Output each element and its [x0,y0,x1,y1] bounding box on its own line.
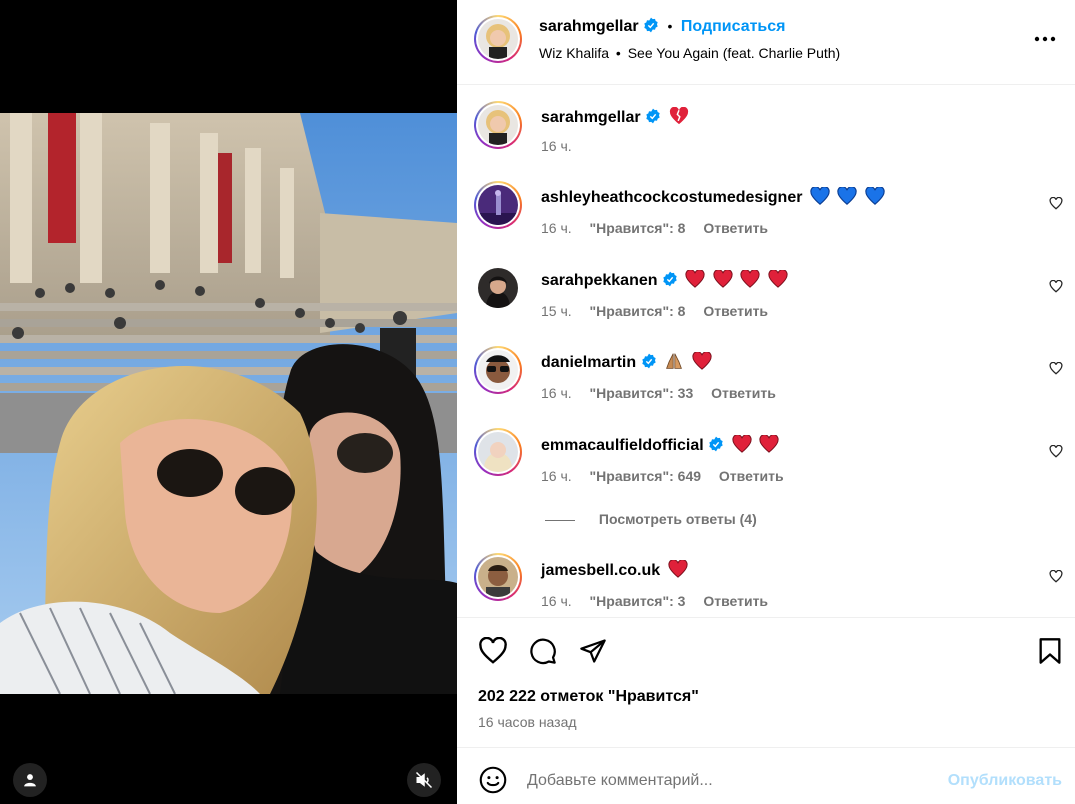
broken-heart-icon [669,107,688,125]
comment-username[interactable]: danielmartin [541,354,636,371]
caption-time: 16 ч. [541,138,572,154]
blue-heart-icon [837,187,857,205]
comment-avatar[interactable] [474,346,522,394]
comment-likes[interactable]: "Нравится": 33 [590,385,694,401]
comment-input[interactable] [527,768,927,794]
red-heart-icon [759,435,779,453]
likes-count[interactable]: 202 222 отметок "Нравится" [478,688,699,706]
audio-artist: Wiz Khalifa [539,45,610,61]
red-heart-icon [685,270,705,288]
like-comment-heart-icon[interactable] [1049,197,1063,210]
like-comment-heart-icon[interactable] [1049,362,1063,375]
comment-likes[interactable]: "Нравится": 8 [590,220,686,236]
view-replies-label: Посмотреть ответы (4) [598,511,757,527]
blue-heart-icon [865,187,885,205]
reply-button[interactable]: Ответить [703,593,768,609]
comment-bubble-icon[interactable] [528,637,558,665]
more-options-icon[interactable] [1033,33,1057,45]
like-comment-heart-icon[interactable] [1049,280,1063,293]
post-time[interactable]: 16 часов назад [478,714,577,730]
header-separator: • [667,18,673,34]
comment-avatar[interactable] [474,428,522,476]
red-heart-icon [740,270,760,288]
divider [457,84,1075,85]
publish-button[interactable]: Опубликовать [948,772,1062,790]
comment-likes[interactable]: "Нравится": 649 [590,468,701,484]
verified-badge-icon [663,271,677,287]
caption-text: sarahmgellar [541,107,689,127]
reply-button[interactable]: Ответить [703,303,768,319]
folded-hands-icon [666,353,683,369]
verified-badge-icon [646,108,660,124]
comment-text: ashleyheathcockcostumedesigner [541,187,885,207]
audio-info[interactable]: Wiz Khalifa • See You Again (feat. Charl… [539,45,840,61]
red-heart-icon [732,435,752,453]
comment-username[interactable]: emmacaulfieldofficial [541,437,704,454]
verified-badge-icon [709,436,723,452]
red-heart-icon [713,270,733,288]
comment-avatar[interactable] [474,181,522,229]
comment-meta: 16 ч. "Нравится": 3 Ответить [541,593,782,609]
comment-meta: 16 ч. "Нравится": 8 Ответить [541,220,782,236]
comment-likes[interactable]: "Нравится": 3 [590,593,686,609]
like-heart-icon[interactable] [478,637,508,665]
comment-time: 16 ч. [541,468,572,484]
reply-button[interactable]: Ответить [719,468,784,484]
comment-text: sarahpekkanen [541,270,788,290]
comment-text: emmacaulfieldofficial [541,435,779,455]
comment-meta: 16 ч. "Нравится": 649 Ответить [541,468,798,484]
user-icon [24,774,36,787]
follow-button[interactable]: Подписаться [681,18,786,35]
replies-line [545,519,575,521]
comment-time: 16 ч. [541,593,572,609]
view-replies-button[interactable]: Посмотреть ответы (4) [545,511,757,527]
post-media[interactable] [0,0,457,804]
share-paper-plane-icon[interactable] [578,637,608,665]
save-bookmark-icon[interactable] [1037,637,1063,665]
comment-username[interactable]: sarahpekkanen [541,272,658,289]
like-comment-heart-icon[interactable] [1049,445,1063,458]
comment-avatar[interactable] [474,553,522,601]
emoji-smiley-icon[interactable] [479,766,507,794]
author-avatar[interactable] [474,15,522,63]
audio-toggle-button[interactable] [407,763,441,797]
comment-text: jamesbell.co.uk [541,560,688,580]
post-photo [0,113,457,694]
red-heart-icon [668,560,688,578]
author-username[interactable]: sarahmgellar [539,18,639,35]
comment-text: danielmartin [541,352,712,372]
caption-username[interactable]: sarahmgellar [541,109,641,126]
comment-avatar[interactable] [478,268,518,308]
red-heart-icon [768,270,788,288]
comment-username[interactable]: jamesbell.co.uk [541,562,660,579]
like-comment-heart-icon[interactable] [1049,570,1063,583]
tagged-users-button[interactable] [13,763,47,797]
post-panel: sarahmgellar • Подписаться Wiz Khalifa •… [457,0,1075,804]
comment-username[interactable]: ashleyheathcockcostumedesigner [541,189,802,206]
comment-meta: 15 ч. "Нравится": 8 Ответить [541,303,782,319]
divider [457,747,1075,748]
divider [457,617,1075,618]
comment-time: 16 ч. [541,220,572,236]
reply-button[interactable]: Ответить [711,385,776,401]
reply-button[interactable]: Ответить [703,220,768,236]
comment-time: 16 ч. [541,385,572,401]
verified-badge-icon [644,17,658,33]
comment-likes[interactable]: "Нравится": 8 [590,303,686,319]
verified-badge-icon [641,353,656,369]
comment-time: 15 ч. [541,303,572,319]
red-heart-icon [691,352,712,370]
audio-track: See You Again (feat. Charlie Puth) [627,45,841,61]
muted-speaker-icon [415,771,433,789]
blue-heart-icon [810,187,830,205]
caption-avatar[interactable] [474,101,522,149]
comment-meta: 16 ч. "Нравится": 33 Ответить [541,385,790,401]
